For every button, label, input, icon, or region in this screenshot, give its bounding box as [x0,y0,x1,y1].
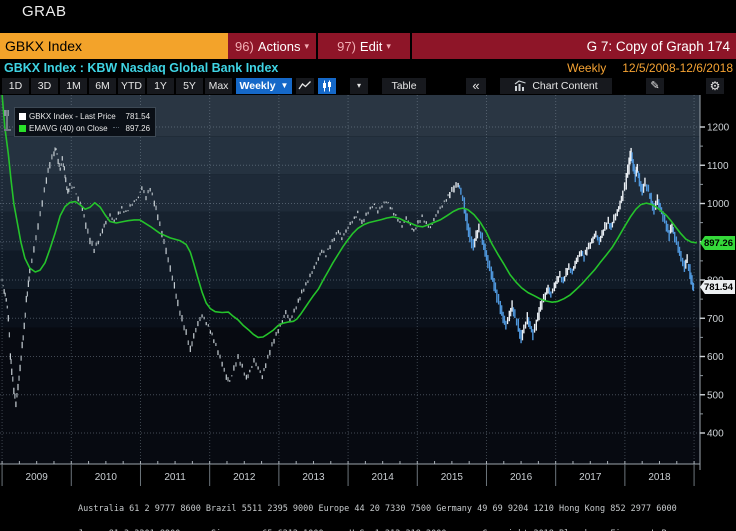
white-swatch-icon [19,113,26,120]
period-selector-dropdown[interactable]: Weekly ▼ [236,78,292,94]
chart-content-label: Chart Content [532,80,597,92]
edit-shortcut-number: 97) [337,39,356,54]
caret-down-icon: ▾ [386,41,391,52]
actions-shortcut-number: 96) [235,39,254,54]
line-chart-icon [298,80,312,91]
edit-label: Edit [360,39,382,54]
annotate-button[interactable]: ✎ [646,78,664,94]
bar-chart-icon [514,80,527,91]
green-swatch-icon [19,125,26,132]
range-button-group: 1D3D1M6MYTD1Y5YMax [2,78,234,94]
settings-button[interactable]: ⚙ [706,78,724,94]
svg-text:2010: 2010 [95,472,118,483]
range-button-1m[interactable]: 1M [60,78,87,94]
range-button-ytd[interactable]: YTD [118,78,145,94]
chart-legend: GBKX Index - Last Price 781.54 EMAVG (40… [14,107,156,137]
date-range-label: 12/5/2008-12/6/2018 [622,61,733,75]
range-button-max[interactable]: Max [205,78,232,94]
svg-text:2017: 2017 [579,472,602,483]
command-bar: GBKX Index 96) Actions ▾ 97) Edit ▾ G 7:… [0,33,736,59]
legend-label: EMAVG (40) on Close [29,124,108,133]
svg-text:500: 500 [707,390,724,401]
svg-text:2016: 2016 [510,472,533,483]
graph-title-text: G 7: Copy of Graph 174 [587,39,730,54]
last-price-tag: 781.54 [700,280,735,294]
chart-title-bar: GBKX Index : KBW Nasdaq Global Bank Inde… [0,59,736,76]
line-chart-type-button[interactable] [296,78,314,94]
chart-toolbar: 1D3D1M6MYTD1Y5YMax Weekly ▼ ▾ Table « Ch… [2,77,734,94]
range-button-1d[interactable]: 1D [2,78,29,94]
legend-value: 897.26 [126,124,150,133]
svg-text:2018: 2018 [648,472,671,483]
actions-label: Actions [258,39,301,54]
caret-down-icon: ▼ [281,81,289,90]
candlestick-chart-type-button[interactable] [318,78,336,94]
edit-button[interactable]: 97) Edit ▾ [318,33,410,59]
legend-item-emavg[interactable]: EMAVG (40) on Close 897.26 [19,122,150,134]
ticker-input[interactable]: GBKX Index [0,33,228,59]
caret-down-icon: ▾ [357,81,361,90]
svg-text:1000: 1000 [707,199,730,210]
candlestick-icon [321,80,333,92]
range-button-5y[interactable]: 5Y [176,78,203,94]
period-selector-label: Weekly [240,80,276,92]
chart-content-button[interactable]: Chart Content [500,78,612,94]
svg-text:1200: 1200 [707,123,730,134]
gear-icon: ⚙ [710,79,721,93]
svg-text:2015: 2015 [441,472,464,483]
chart-type-dropdown[interactable]: ▾ [350,78,368,94]
svg-text:1100: 1100 [707,161,729,172]
window-title: GRAB [22,3,67,20]
legend-item-last-price[interactable]: GBKX Index - Last Price 781.54 [19,110,150,122]
pin-pole [6,110,8,129]
caret-down-icon: ▾ [304,41,309,52]
annotate-icon: ✎ [650,79,659,92]
range-button-3d[interactable]: 3D [31,78,58,94]
pin-base [4,129,11,131]
actions-button[interactable]: 96) Actions ▾ [228,33,316,59]
svg-text:2012: 2012 [233,472,256,483]
range-button-6m[interactable]: 6M [89,78,116,94]
legend-value: 781.54 [120,112,150,121]
legend-leader [113,127,119,128]
svg-text:2013: 2013 [302,472,325,483]
price-chart[interactable]: 4005006007008009001000110012002009201020… [0,95,736,487]
double-chevron-left-icon: « [472,78,479,93]
graph-title: G 7: Copy of Graph 174 [412,33,736,59]
footer-contact-line: Australia 61 2 9777 8600 Brazil 5511 239… [0,505,736,513]
legend-label: GBKX Index - Last Price [29,112,116,121]
svg-text:2009: 2009 [26,472,49,483]
bloomberg-terminal-window: GRAB GBKX Index 96) Actions ▾ 97) Edit ▾… [0,0,736,531]
table-button[interactable]: Table [382,78,426,94]
svg-text:2011: 2011 [164,472,186,483]
svg-text:2014: 2014 [372,472,395,483]
svg-text:700: 700 [707,314,724,325]
command-menu-bar: 96) Actions ▾ 97) Edit ▾ G 7: Copy of Gr… [228,33,736,59]
collapse-panel-button[interactable]: « [466,78,486,94]
range-button-1y[interactable]: 1Y [147,78,174,94]
terminal-footer: Australia 61 2 9777 8600 Brazil 5511 239… [0,488,736,531]
emavg-price-tag: 897.26 [700,236,735,250]
security-title: GBKX Index : KBW Nasdaq Global Bank Inde… [4,61,278,75]
frequency-label: Weekly [567,61,606,75]
svg-text:400: 400 [707,429,724,440]
legend-pin-icon[interactable] [4,110,14,134]
svg-text:600: 600 [707,352,724,363]
chart-canvas[interactable]: 4005006007008009001000110012002009201020… [0,95,736,487]
